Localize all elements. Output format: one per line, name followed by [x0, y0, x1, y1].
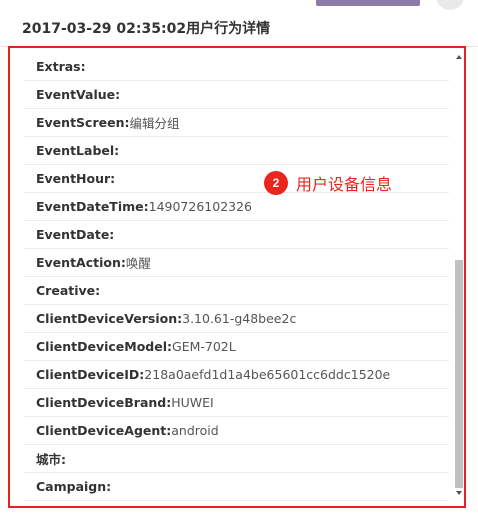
detail-key: EventScreen:: [36, 115, 130, 130]
detail-value: 编辑分组: [129, 116, 180, 131]
detail-row: 城市:: [24, 445, 449, 473]
detail-key: ClientDeviceID:: [36, 367, 145, 382]
annotation-label: 用户设备信息: [296, 175, 393, 194]
scroll-down-arrow-icon[interactable]: [456, 491, 462, 495]
detail-row: EventScreen: 编辑分组: [24, 109, 449, 137]
detail-key: EventValue:: [36, 87, 121, 102]
detail-value: android: [171, 423, 219, 438]
detail-key: EventAction:: [36, 255, 126, 270]
detail-list[interactable]: Extras: EventValue: EventScreen: 编辑分组 EventL…: [24, 53, 449, 501]
detail-key: Campaign:: [36, 479, 112, 494]
detail-key: ClientDeviceAgent:: [36, 423, 172, 438]
detail-key: EventLabel:: [36, 143, 120, 158]
detail-row: Campaign:: [24, 473, 449, 501]
detail-key: ClientDeviceBrand:: [36, 395, 172, 410]
detail-row: ClientDeviceModel: GEM-702L: [24, 333, 449, 361]
detail-value: HUWEI: [171, 395, 214, 410]
detail-key: EventHour:: [36, 171, 116, 186]
detail-row: EventDate:: [24, 221, 449, 249]
background-tab: [316, 0, 420, 6]
annotation-callout: 2 用户设备信息: [264, 170, 392, 196]
detail-row: EventValue:: [24, 81, 449, 109]
detail-row: EventLabel:: [24, 137, 449, 165]
detail-key: 城市:: [36, 452, 66, 467]
detail-key: EventDate:: [36, 227, 115, 242]
scrollbar-thumb[interactable]: [455, 260, 463, 488]
detail-row: EventDateTime: 1490726102326: [24, 193, 449, 221]
detail-row: ClientDeviceID: 218a0aefd1d1a4be65601cc6d…: [24, 361, 449, 389]
detail-value: 3.10.61-g48bee2c: [182, 311, 297, 326]
detail-key: ClientDeviceVersion:: [36, 311, 183, 326]
detail-key: ClientDeviceModel:: [36, 339, 173, 354]
detail-row: ClientDeviceBrand: HUWEI: [24, 389, 449, 417]
detail-value: GEM-702L: [172, 339, 236, 354]
detail-row: EventAction: 唤醒: [24, 249, 449, 277]
detail-row: ClientDeviceAgent: android: [24, 417, 449, 445]
modal-title: 2017-03-29 02:35:02用户行为详情: [22, 21, 271, 37]
scroll-up-arrow-icon[interactable]: [456, 55, 462, 59]
detail-key: Creative:: [36, 283, 101, 298]
detail-row: Extras:: [24, 53, 449, 81]
detail-value: 1490726102326: [148, 199, 253, 214]
detail-value: 唤醒: [125, 256, 151, 271]
scrollbar[interactable]: [454, 53, 464, 501]
detail-key: Extras:: [36, 59, 86, 74]
detail-row: ClientDeviceVersion: 3.10.61-g48bee2c: [24, 305, 449, 333]
detail-value: 218a0aefd1d1a4be65601cc6ddc1520e: [144, 367, 391, 382]
annotation-number-badge: 2: [264, 171, 288, 195]
detail-row: Creative:: [24, 277, 449, 305]
detail-key: EventDateTime:: [36, 199, 149, 214]
